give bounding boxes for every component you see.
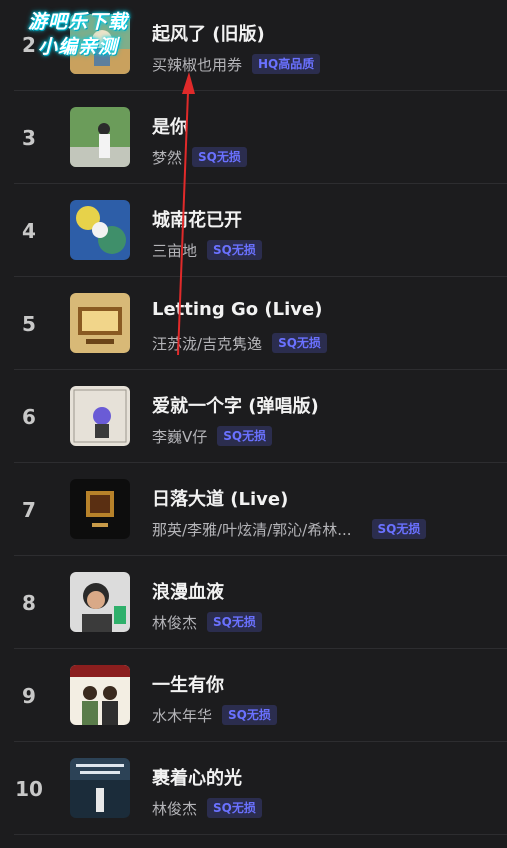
album-cover[interactable] xyxy=(70,200,130,260)
album-cover[interactable] xyxy=(70,293,130,353)
watermark-line-1: 游吧乐下载 xyxy=(27,11,128,33)
album-cover[interactable] xyxy=(70,665,130,725)
song-artist[interactable]: 梦然 xyxy=(152,147,182,168)
quality-badge: SQ无损 xyxy=(207,798,262,818)
quality-badge: SQ无损 xyxy=(222,705,277,725)
song-row[interactable]: 10 裹着心的光 林俊杰 SQ无损 xyxy=(0,742,507,835)
song-artist[interactable]: 林俊杰 xyxy=(152,798,197,819)
song-rank: 8 xyxy=(22,590,36,615)
song-title: 城南花已开 xyxy=(152,210,242,231)
album-cover[interactable] xyxy=(70,479,130,539)
quality-badge: SQ无损 xyxy=(272,333,327,353)
song-row[interactable]: 3 是你 梦然 SQ无损 xyxy=(0,91,507,184)
quality-badge: SQ无损 xyxy=(207,612,262,632)
song-title: 起风了 (旧版) xyxy=(152,24,265,45)
song-meta: 李巍V仔 SQ无损 xyxy=(152,425,273,447)
song-row[interactable]: 6 爱就一个字 (弹唱版) 李巍V仔 SQ无损 xyxy=(0,370,507,463)
song-row[interactable]: 7 日落大道 (Live) 那英/李雅/叶炫清/郭沁/希林... SQ无损 xyxy=(0,463,507,556)
song-artist[interactable]: 林俊杰 xyxy=(152,612,197,633)
quality-badge: SQ无损 xyxy=(192,147,247,167)
song-title: 一生有你 xyxy=(152,675,224,696)
song-rank: 5 xyxy=(22,311,36,336)
song-rank: 3 xyxy=(22,125,36,150)
song-artist[interactable]: 买辣椒也用券 xyxy=(152,54,242,75)
song-row[interactable]: 4 城南花已开 三亩地 SQ无损 xyxy=(0,184,507,277)
song-title: 爱就一个字 (弹唱版) xyxy=(152,396,319,417)
song-rank: 10 xyxy=(15,776,43,801)
quality-badge: SQ无损 xyxy=(207,240,262,260)
song-meta: 买辣椒也用券 HQ高品质 xyxy=(152,53,321,75)
song-row[interactable]: 9 一生有你 水木年华 SQ无损 xyxy=(0,649,507,742)
song-title: 日落大道 (Live) xyxy=(152,489,289,510)
song-artist[interactable]: 汪苏泷/吉克隽逸 xyxy=(152,333,262,354)
song-meta: 汪苏泷/吉克隽逸 SQ无损 xyxy=(152,332,327,354)
song-meta: 林俊杰 SQ无损 xyxy=(152,611,262,633)
song-artist[interactable]: 三亩地 xyxy=(152,240,197,261)
song-title: 是你 xyxy=(152,117,188,138)
quality-badge: SQ无损 xyxy=(371,519,427,539)
album-cover[interactable] xyxy=(70,107,130,167)
watermark-line-2: 小编亲测 xyxy=(37,36,118,58)
album-cover[interactable] xyxy=(70,572,130,632)
watermark-logo: 游吧乐下载 小编亲测 xyxy=(8,10,148,60)
song-rank: 4 xyxy=(22,218,36,243)
song-artist[interactable]: 那英/李雅/叶炫清/郭沁/希林... xyxy=(152,519,352,540)
quality-badge: SQ无损 xyxy=(217,426,273,446)
song-meta: 梦然 SQ无损 xyxy=(152,146,247,168)
album-cover[interactable] xyxy=(70,758,130,818)
song-meta: 水木年华 SQ无损 xyxy=(152,704,277,726)
quality-badge: HQ高品质 xyxy=(252,54,321,74)
song-rank: 7 xyxy=(22,497,36,522)
song-rank: 9 xyxy=(22,683,36,708)
song-artist[interactable]: 水木年华 xyxy=(152,705,212,726)
song-title: Letting Go (Live) xyxy=(152,299,323,320)
song-meta: 三亩地 SQ无损 xyxy=(152,239,262,261)
song-meta: 那英/李雅/叶炫清/郭沁/希林... SQ无损 xyxy=(152,518,427,540)
song-title: 裹着心的光 xyxy=(152,768,242,789)
song-row[interactable]: 5 Letting Go (Live) 汪苏泷/吉克隽逸 SQ无损 xyxy=(0,277,507,370)
song-artist[interactable]: 李巍V仔 xyxy=(152,426,207,447)
song-rank: 6 xyxy=(22,404,36,429)
album-cover[interactable] xyxy=(70,386,130,446)
song-title: 浪漫血液 xyxy=(152,582,224,603)
song-meta: 林俊杰 SQ无损 xyxy=(152,797,262,819)
song-row[interactable]: 8 浪漫血液 林俊杰 SQ无损 xyxy=(0,556,507,649)
